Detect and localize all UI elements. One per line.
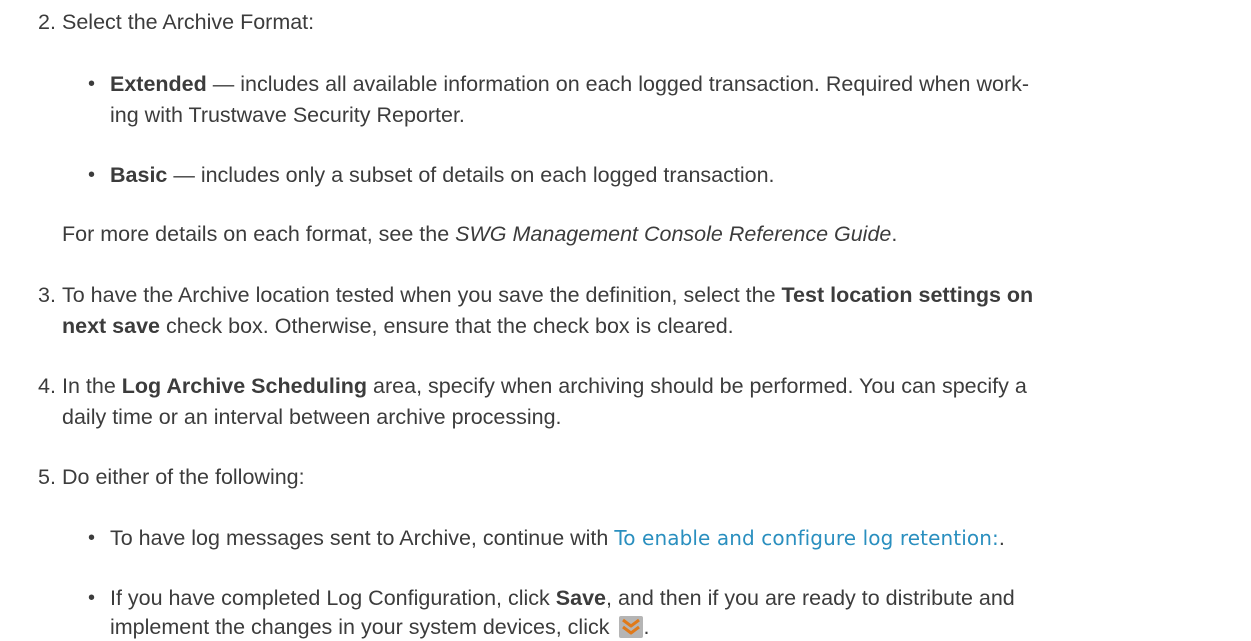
step4-line2: daily time or an interval between archiv… [62, 405, 562, 429]
deploy-chevrons-icon [619, 616, 644, 638]
step-text: Select the Archive Format: [62, 10, 315, 34]
more-details-text: For more details on each format, see the… [62, 220, 897, 248]
log-retention-link[interactable]: To enable and configure log retention: [614, 526, 998, 550]
bullet-save-line2-text: implement the changes in your system dev… [110, 615, 616, 639]
basic-description: — includes only a subset of details on e… [167, 163, 775, 187]
step3-line2: next save check box. Otherwise, ensure t… [62, 312, 734, 340]
bullet-archive-suffix: . [998, 526, 1005, 550]
more-suffix: . [891, 222, 898, 246]
save-label: Save [555, 586, 606, 610]
reference-guide-title: SWG Management Console Reference Guide [455, 222, 892, 246]
bullet-basic: Basic — includes only a subset of detail… [110, 161, 775, 189]
bullet-dot: • [88, 164, 96, 186]
next-save-label: next save [62, 314, 161, 338]
step4-pre: In the [62, 374, 122, 398]
bullet-save: If you have completed Log Configuration,… [110, 584, 1015, 612]
bullet-dot: • [88, 527, 96, 549]
test-location-label: Test location settings on [781, 283, 1034, 307]
step3-rest: check box. Otherwise, ensure that the ch… [160, 314, 734, 338]
more-prefix: For more details on each format, see the [62, 222, 456, 246]
extended-description: — includes all available information on … [206, 72, 1030, 96]
bullet-dot: • [88, 587, 96, 609]
bullet-extended-continuation: ing with Trustwave Security Reporter. [110, 103, 465, 127]
bullet-save-pre: If you have completed Log Configuration,… [110, 586, 556, 610]
bullet-save-rest: , and then if you are ready to distribut… [606, 586, 1015, 610]
bullet-save-line2: implement the changes in your system dev… [110, 613, 649, 641]
step3-pre: To have the Archive location tested when… [62, 283, 782, 307]
bullet-archive: To have log messages sent to Archive, co… [110, 524, 1005, 552]
step4-line1: In the Log Archive Scheduling area, spec… [62, 372, 1027, 400]
step-number: 3. [38, 283, 56, 307]
bullet-save-suffix: . [643, 615, 650, 639]
log-archive-scheduling-label: Log Archive Scheduling [121, 374, 368, 398]
bullet-dot: • [88, 73, 96, 95]
bullet-archive-pre: To have log messages sent to Archive, co… [110, 526, 615, 550]
step5-text: Do either of the following: [62, 465, 305, 489]
step-number: 4. [38, 374, 56, 398]
step3-line1: To have the Archive location tested when… [62, 281, 1033, 309]
step4-rest: area, specify when archiving should be p… [367, 374, 1027, 398]
step-number: 2. [38, 10, 56, 34]
term-extended: Extended [110, 72, 207, 96]
term-basic: Basic [110, 163, 168, 187]
step-number: 5. [38, 465, 56, 489]
bullet-extended: Extended — includes all available inform… [110, 70, 1029, 98]
